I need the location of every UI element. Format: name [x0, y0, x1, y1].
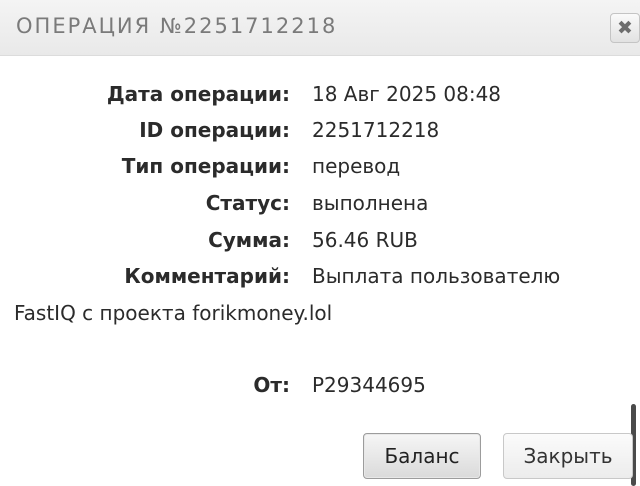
dialog-titlebar: ОПЕРАЦИЯ №2251712218 ✖: [0, 0, 640, 56]
field-value-comment: Выплата пользователю: [312, 264, 561, 288]
close-icon[interactable]: ✖: [610, 13, 640, 43]
field-value-status: выполнена: [312, 191, 429, 215]
field-row-status: Статус: выполнена: [0, 191, 640, 219]
field-label-id: ID операции:: [139, 118, 290, 142]
field-label-status: Статус:: [205, 191, 290, 215]
field-row-from: От: P29344695: [0, 373, 640, 401]
comment-continuation: FastIQ с проекта forikmoney.lol: [14, 301, 333, 325]
field-value-amount: 56.46 RUB: [312, 228, 418, 252]
field-value-type: перевод: [312, 154, 401, 178]
field-row-amount: Сумма: 56.46 RUB: [0, 228, 640, 256]
field-row-comment: Комментарий: Выплата пользователю: [0, 264, 640, 292]
field-row-type: Тип операции: перевод: [0, 154, 640, 182]
field-label-from: От:: [253, 373, 290, 397]
field-row-date: Дата операции: 18 Авг 2025 08:48: [0, 82, 640, 110]
field-row-id: ID операции: 2251712218: [0, 118, 640, 146]
field-value-from: P29344695: [312, 373, 426, 397]
dialog-title: ОПЕРАЦИЯ №2251712218: [16, 14, 338, 38]
field-value-id: 2251712218: [312, 118, 440, 142]
operation-dialog: ОПЕРАЦИЯ №2251712218 ✖ Дата операции: 18…: [0, 0, 640, 486]
close-button[interactable]: Закрыть: [503, 433, 633, 479]
field-label-date: Дата операции:: [106, 82, 290, 106]
field-label-type: Тип операции:: [121, 154, 290, 178]
field-label-amount: Сумма:: [208, 228, 290, 252]
field-value-date: 18 Авг 2025 08:48: [312, 82, 502, 106]
field-label-comment: Комментарий:: [124, 264, 290, 288]
balance-button[interactable]: Баланс: [363, 433, 481, 479]
